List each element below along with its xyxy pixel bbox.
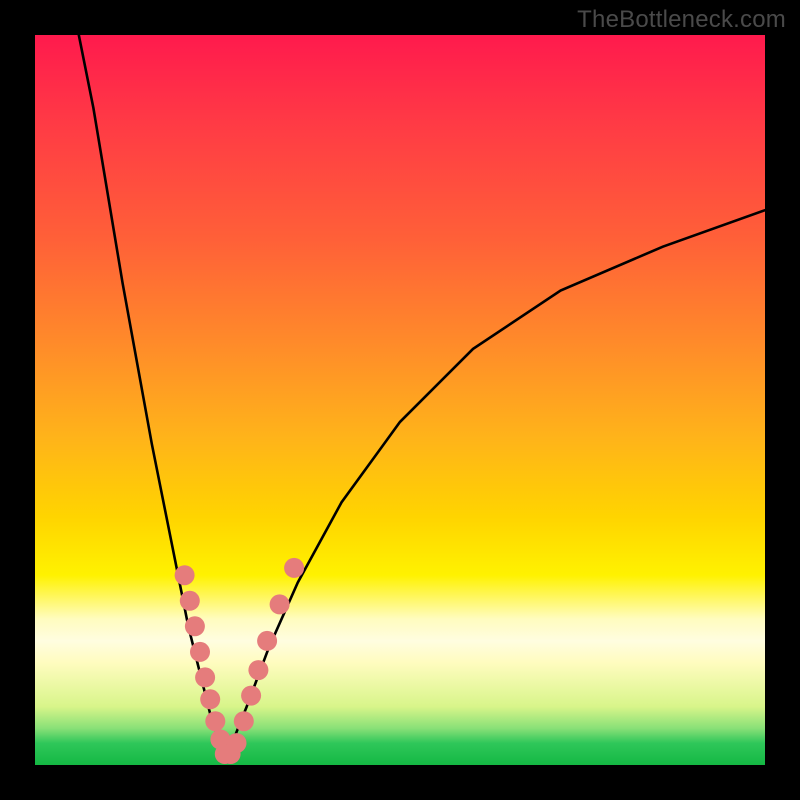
watermark-text: TheBottleneck.com: [577, 6, 786, 34]
marker-dot: [185, 616, 205, 636]
chart-svg: [35, 35, 765, 765]
plot-area: [35, 35, 765, 765]
marker-dot: [234, 711, 254, 731]
marker-dot: [284, 558, 304, 578]
chart-frame: TheBottleneck.com: [0, 0, 800, 800]
marker-dot: [248, 660, 268, 680]
marker-dot: [257, 631, 277, 651]
marker-dot: [195, 667, 215, 687]
marker-dot: [190, 642, 210, 662]
marker-dots: [175, 558, 305, 764]
marker-dot: [175, 565, 195, 585]
curve-layer: [79, 35, 765, 758]
curve-right-branch: [225, 210, 765, 758]
marker-dot: [227, 733, 247, 753]
marker-dot: [200, 689, 220, 709]
marker-dot: [205, 711, 225, 731]
marker-dot: [180, 591, 200, 611]
marker-dot: [241, 686, 261, 706]
marker-dot: [270, 594, 290, 614]
